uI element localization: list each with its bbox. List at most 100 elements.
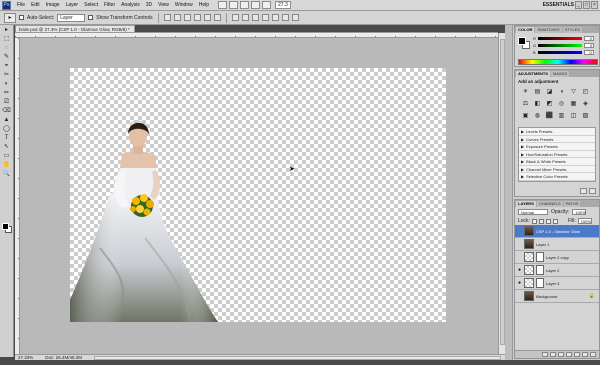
layer-row[interactable]: ● Layer 2 bbox=[515, 264, 599, 277]
preset-item[interactable]: ▶ Black & White Presets bbox=[519, 158, 595, 166]
menu-select[interactable]: Select bbox=[84, 2, 98, 8]
red-value[interactable]: 0 bbox=[583, 36, 594, 41]
green-value[interactable]: 0 bbox=[584, 43, 595, 48]
link-layers-icon[interactable] bbox=[542, 352, 548, 357]
brightness-contrast-icon[interactable]: ☀ bbox=[521, 88, 530, 97]
exposure-icon[interactable]: ◑ bbox=[557, 88, 566, 97]
tab-masks[interactable]: MASKS bbox=[551, 71, 570, 77]
layer-style-icon[interactable] bbox=[550, 352, 556, 357]
quick-select-tool-icon[interactable]: ✎ bbox=[1, 53, 12, 61]
distribute-left-icon[interactable] bbox=[261, 14, 269, 21]
layer-row[interactable]: CSP 1.0 - Glamour Glow bbox=[515, 225, 599, 238]
auto-align-icon[interactable] bbox=[291, 14, 299, 21]
crop-tool-icon[interactable]: ⌖ bbox=[1, 62, 12, 70]
layer-mask-thumbnail[interactable] bbox=[536, 278, 544, 288]
layer-row[interactable]: Background 🔒 bbox=[515, 290, 599, 303]
move-tool-icon[interactable]: ▸ bbox=[1, 26, 12, 34]
red-slider[interactable] bbox=[537, 37, 582, 40]
show-transform-checkbox[interactable] bbox=[88, 15, 94, 20]
preset-item[interactable]: ▶ Hue/Saturation Presets bbox=[519, 151, 595, 158]
levels-icon[interactable]: ▤ bbox=[533, 88, 542, 97]
new-adjustment-icon[interactable] bbox=[566, 352, 572, 357]
invert-icon[interactable]: ▦ bbox=[569, 100, 578, 109]
tab-styles[interactable]: STYLES bbox=[562, 27, 583, 33]
eraser-tool-icon[interactable]: ⌫ bbox=[1, 107, 12, 115]
layer-row[interactable]: Layer 1 bbox=[515, 238, 599, 251]
view-extras-icon[interactable] bbox=[240, 1, 250, 9]
preset-item[interactable]: ▶ Channel Mixer Presets bbox=[519, 166, 595, 173]
zoom-icon[interactable] bbox=[262, 1, 272, 9]
adjustment-extra-icon[interactable]: ◫ bbox=[569, 112, 578, 121]
vertical-scrollbar[interactable] bbox=[498, 33, 505, 354]
layer-row[interactable]: Layer 2 copy bbox=[515, 251, 599, 264]
foreground-color-swatch[interactable] bbox=[2, 223, 9, 230]
distribute-bottom-icon[interactable] bbox=[251, 14, 259, 21]
menu-image[interactable]: Image bbox=[46, 2, 60, 8]
opacity-field[interactable]: 100% bbox=[572, 209, 587, 215]
close-button[interactable]: × bbox=[591, 1, 598, 9]
blue-value[interactable]: 0 bbox=[583, 50, 594, 55]
mini-bridge-icon[interactable] bbox=[229, 1, 239, 9]
hand-tool-icon[interactable]: ✋ bbox=[1, 161, 12, 169]
tab-paths[interactable]: PATHS bbox=[563, 201, 581, 207]
gradient-tool-icon[interactable]: ▲ bbox=[1, 116, 12, 124]
image-canvas[interactable] bbox=[70, 68, 446, 322]
menu-analysis[interactable]: Analysis bbox=[121, 2, 140, 8]
align-bottom-icon[interactable] bbox=[183, 14, 191, 21]
maximize-button[interactable]: □ bbox=[583, 1, 590, 9]
curves-icon[interactable]: ◪ bbox=[545, 88, 554, 97]
move-tool-preset-icon[interactable]: ▸ bbox=[4, 12, 16, 23]
new-group-icon[interactable] bbox=[574, 352, 580, 357]
align-top-icon[interactable] bbox=[163, 14, 171, 21]
minimize-button[interactable]: _ bbox=[575, 1, 582, 9]
status-document-size[interactable]: Doc: 26.4M/48.2M bbox=[45, 355, 82, 360]
hue-saturation-icon[interactable]: ◰ bbox=[581, 88, 590, 97]
auto-select-checkbox[interactable] bbox=[19, 15, 24, 20]
layer-mask-thumbnail[interactable] bbox=[536, 265, 544, 275]
distribute-middle-icon[interactable] bbox=[241, 14, 249, 21]
clip-to-layer-icon[interactable] bbox=[589, 188, 596, 194]
menu-file[interactable]: File bbox=[17, 2, 25, 8]
eye-icon[interactable]: ● bbox=[517, 280, 522, 286]
blend-mode-dropdown[interactable]: Normal bbox=[518, 209, 548, 215]
zoom-level-field[interactable]: 27.3 bbox=[275, 1, 291, 9]
lock-all-icon[interactable] bbox=[552, 218, 558, 224]
layer-mask-thumbnail[interactable] bbox=[536, 252, 544, 262]
photo-filter-icon[interactable]: ◩ bbox=[545, 100, 554, 109]
preset-item[interactable]: ▶ Levels Presets bbox=[519, 128, 595, 136]
threshold-icon[interactable]: ▣ bbox=[521, 112, 530, 121]
blue-slider[interactable] bbox=[537, 51, 582, 54]
fill-field[interactable]: 100% bbox=[577, 218, 592, 224]
hand-icon[interactable] bbox=[251, 1, 261, 9]
green-slider[interactable] bbox=[538, 44, 583, 47]
color-spectrum-bar[interactable] bbox=[518, 59, 598, 65]
path-selection-tool-icon[interactable]: ↖ bbox=[1, 143, 12, 151]
distribute-top-icon[interactable] bbox=[231, 14, 239, 21]
panel-foreground-swatch[interactable] bbox=[518, 37, 526, 45]
posterize-icon[interactable]: ◈ bbox=[581, 100, 590, 109]
eyedropper-tool-icon[interactable]: ✂ bbox=[1, 71, 12, 79]
menu-layer[interactable]: Layer bbox=[66, 2, 79, 8]
healing-brush-tool-icon[interactable]: ◐ bbox=[1, 80, 12, 88]
gradient-map-icon[interactable]: ◍ bbox=[533, 112, 542, 121]
lock-transparency-icon[interactable] bbox=[531, 218, 537, 224]
new-layer-icon[interactable] bbox=[582, 352, 588, 357]
layer-row[interactable]: ● Layer 3 bbox=[515, 277, 599, 290]
marquee-tool-icon[interactable]: ⬚ bbox=[1, 35, 12, 43]
brush-tool-icon[interactable]: ✏ bbox=[1, 89, 12, 97]
horizontal-scrollbar[interactable] bbox=[94, 355, 501, 360]
align-left-icon[interactable] bbox=[193, 14, 201, 21]
tab-swatches[interactable]: SWATCHES bbox=[535, 27, 562, 33]
tab-layers[interactable]: LAYERS bbox=[516, 201, 536, 207]
menu-3d[interactable]: 3D bbox=[146, 2, 152, 8]
status-zoom[interactable]: 27.33% bbox=[18, 355, 33, 360]
preset-item[interactable]: ▶ Curves Presets bbox=[519, 136, 595, 143]
menu-filter[interactable]: Filter bbox=[104, 2, 115, 8]
color-balance-icon[interactable]: ⚖ bbox=[521, 100, 530, 109]
align-middle-icon[interactable] bbox=[173, 14, 181, 21]
distribute-right-icon[interactable] bbox=[281, 14, 289, 21]
zoom-tool-icon[interactable]: 🔍 bbox=[1, 170, 12, 178]
lasso-tool-icon[interactable]: ◌ bbox=[1, 44, 12, 52]
menu-window[interactable]: Window bbox=[175, 2, 193, 8]
align-center-icon[interactable] bbox=[203, 14, 211, 21]
